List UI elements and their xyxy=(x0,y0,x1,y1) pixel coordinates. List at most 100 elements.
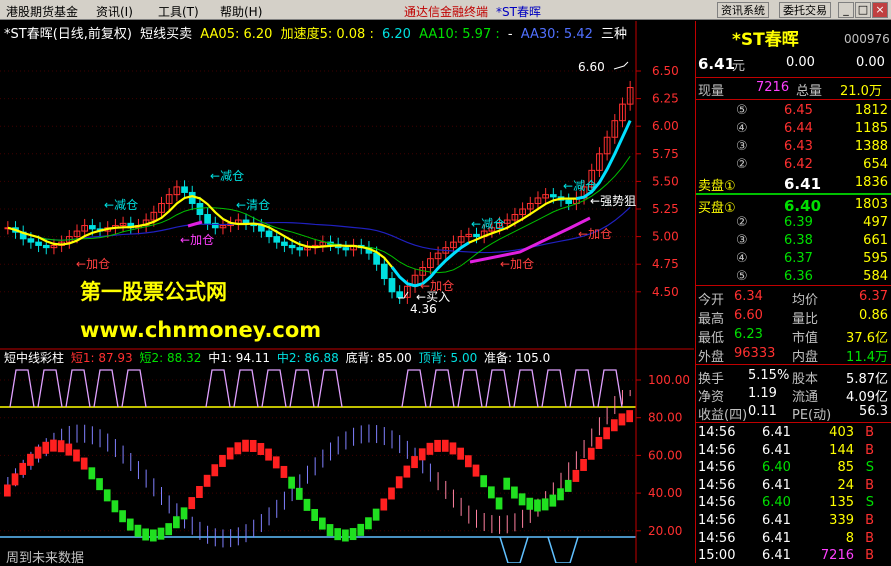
maximize-icon[interactable]: □ xyxy=(855,2,871,18)
sell-level-row[interactable]: ③ 6.43 1388 xyxy=(696,139,891,157)
fin-row: 收益(四) 0.11 PE(动) 56.3 xyxy=(696,404,891,423)
buy-volume: 595 xyxy=(863,251,888,266)
buy-level-row[interactable]: ③ 6.38 661 xyxy=(696,233,891,251)
price-row: 6.41 元 0.00 0.00 xyxy=(696,55,891,74)
price-axis-label: 5.00 xyxy=(652,230,679,244)
info-system-button[interactable]: 资讯系统 xyxy=(717,2,769,18)
ind-z1: 中1: 94.11 xyxy=(208,351,271,365)
fin-key: PE(动) xyxy=(792,408,832,423)
sell-volume: 1185 xyxy=(854,121,888,136)
stat-key: 均价 xyxy=(792,293,819,308)
annotation-jian2: ←减仓 xyxy=(210,169,245,183)
buy-level-row[interactable]: ② 6.39 497 xyxy=(696,215,891,233)
stat-key: 外盘 xyxy=(698,350,725,365)
menu-item-help[interactable]: 帮助(H) xyxy=(220,3,262,20)
menu-item-hk[interactable]: 港股期货基金 xyxy=(6,3,78,20)
menu-item-info[interactable]: 资讯(I) xyxy=(96,3,133,20)
spread-divider xyxy=(696,193,891,195)
sell-level-row[interactable]: ④ 6.44 1185 xyxy=(696,121,891,139)
stat-key: 内盘 xyxy=(792,350,819,365)
fin-key: 收益(四) xyxy=(698,408,748,423)
sell-level-row[interactable]: 卖盘① 6.41 1836 xyxy=(696,175,891,194)
stat-key: 市值 xyxy=(792,331,819,346)
close-icon[interactable]: × xyxy=(872,2,888,18)
sell-level-label: ② xyxy=(736,157,748,172)
tick-side: B xyxy=(865,530,874,546)
stat-row: 今开 6.34 均价 6.37 xyxy=(696,289,891,308)
buy-level-row[interactable]: ④ 6.37 595 xyxy=(696,251,891,269)
ind-axis-label: 100.00 xyxy=(648,373,690,387)
buy-price: 6.38 xyxy=(784,233,813,248)
stat-key: 最低 xyxy=(698,331,725,346)
tick-volume: 8 xyxy=(845,530,854,546)
stat-value: 6.34 xyxy=(734,289,763,304)
tick-price: 6.40 xyxy=(762,460,791,476)
fin-key: 换手 xyxy=(698,372,725,387)
sell-price: 6.41 xyxy=(784,175,822,193)
ind-axis-label: 60.00 xyxy=(648,448,682,462)
stat-value: 37.6亿 xyxy=(846,331,888,346)
footer-text: 周到未来数据 xyxy=(6,551,85,566)
sell-price: 6.44 xyxy=(784,121,813,136)
buy-volume: 497 xyxy=(863,215,888,230)
sell-level-label: ⑤ xyxy=(736,103,748,118)
tick-time: 14:56 xyxy=(698,425,736,440)
window-stock-name: *ST春晖 xyxy=(496,5,541,19)
sell-price: 6.43 xyxy=(784,139,813,154)
zongliang-value: 21.0万 xyxy=(840,84,882,99)
tick-time: 14:56 xyxy=(698,477,736,493)
buy-level-label: ⑤ xyxy=(736,269,748,284)
stat-value: 96333 xyxy=(734,346,776,361)
tick-row: 14:56 6.41 403 B xyxy=(696,425,891,443)
buy-level-row[interactable]: 买盘① 6.40 1803 xyxy=(696,197,891,216)
price-axis: 6.50 6.25 6.00 5.75 5.50 5.25 5.00 4.75 4.50 xyxy=(652,64,679,299)
tick-side: B xyxy=(865,442,874,458)
sell-level-row[interactable]: ⑤ 6.45 1812 xyxy=(696,103,891,121)
ind-axis-label: 40.00 xyxy=(648,486,682,500)
tick-time: 14:56 xyxy=(698,495,736,511)
fin-value: 0.11 xyxy=(748,404,777,419)
tick-row: 14:56 6.41 339 B xyxy=(696,513,891,531)
trade-button[interactable]: 委托交易 xyxy=(779,2,831,18)
price-axis-label: 6.25 xyxy=(652,92,679,106)
minimize-icon[interactable]: _ xyxy=(838,2,854,18)
tick-volume: 85 xyxy=(837,460,854,476)
app-name: 通达信金融终端 xyxy=(404,5,489,19)
tick-side: B xyxy=(865,477,874,493)
annotation-buy: ←买入 xyxy=(416,290,451,304)
tick-row: 14:56 6.40 85 S xyxy=(696,460,891,478)
buy-price: 6.40 xyxy=(784,197,822,215)
annotation-strong: ←强势狙击 xyxy=(590,194,636,208)
app-title: 通达信金融终端 *ST春晖 xyxy=(404,3,541,20)
menu-item-tools[interactable]: 工具(T) xyxy=(158,3,199,20)
sell-level-row[interactable]: ② 6.42 654 xyxy=(696,157,891,175)
tick-volume: 339 xyxy=(829,513,854,528)
annotation-high: 6.60 xyxy=(578,60,605,74)
price-axis-label: 4.50 xyxy=(652,285,679,299)
annotation-jia4: ←加仓 xyxy=(578,227,613,241)
stat-key: 量比 xyxy=(792,312,819,327)
tick-price: 6.41 xyxy=(762,477,791,493)
ind-dd: 顶背: 5.00 xyxy=(418,351,478,365)
tick-row: 15:00 6.41 7216 B xyxy=(696,548,891,566)
buy-level-label: ④ xyxy=(736,251,748,266)
sell-volume: 1388 xyxy=(854,139,888,154)
ind-d2: 短2: 88.32 xyxy=(139,351,202,365)
sell-level-label: ④ xyxy=(736,121,748,136)
buy-volume: 661 xyxy=(863,233,888,248)
tick-time: 14:56 xyxy=(698,460,736,476)
fin-row: 净资 1.19 流通 4.09亿 xyxy=(696,386,891,405)
tick-row: 14:56 6.41 144 B xyxy=(696,443,891,461)
price-axis-label: 5.75 xyxy=(652,147,679,161)
tick-price: 6.41 xyxy=(762,530,791,546)
tick-side: B xyxy=(865,513,874,528)
tick-price: 6.40 xyxy=(762,495,791,511)
indicator-header: 短中线彩柱 短1: 87.93 短2: 88.32 中1: 94.11 中2: … xyxy=(4,349,553,366)
price-axis-label: 6.00 xyxy=(652,119,679,133)
panel-stock-code: 000976 xyxy=(844,32,890,46)
price-change: 0.00 xyxy=(786,55,815,70)
price-pct: 0.00 xyxy=(856,55,885,70)
tick-price: 6.41 xyxy=(762,442,791,458)
price-axis-label: 5.25 xyxy=(652,202,679,216)
jsd-value: 加速度5: 0.08 : xyxy=(280,27,374,42)
